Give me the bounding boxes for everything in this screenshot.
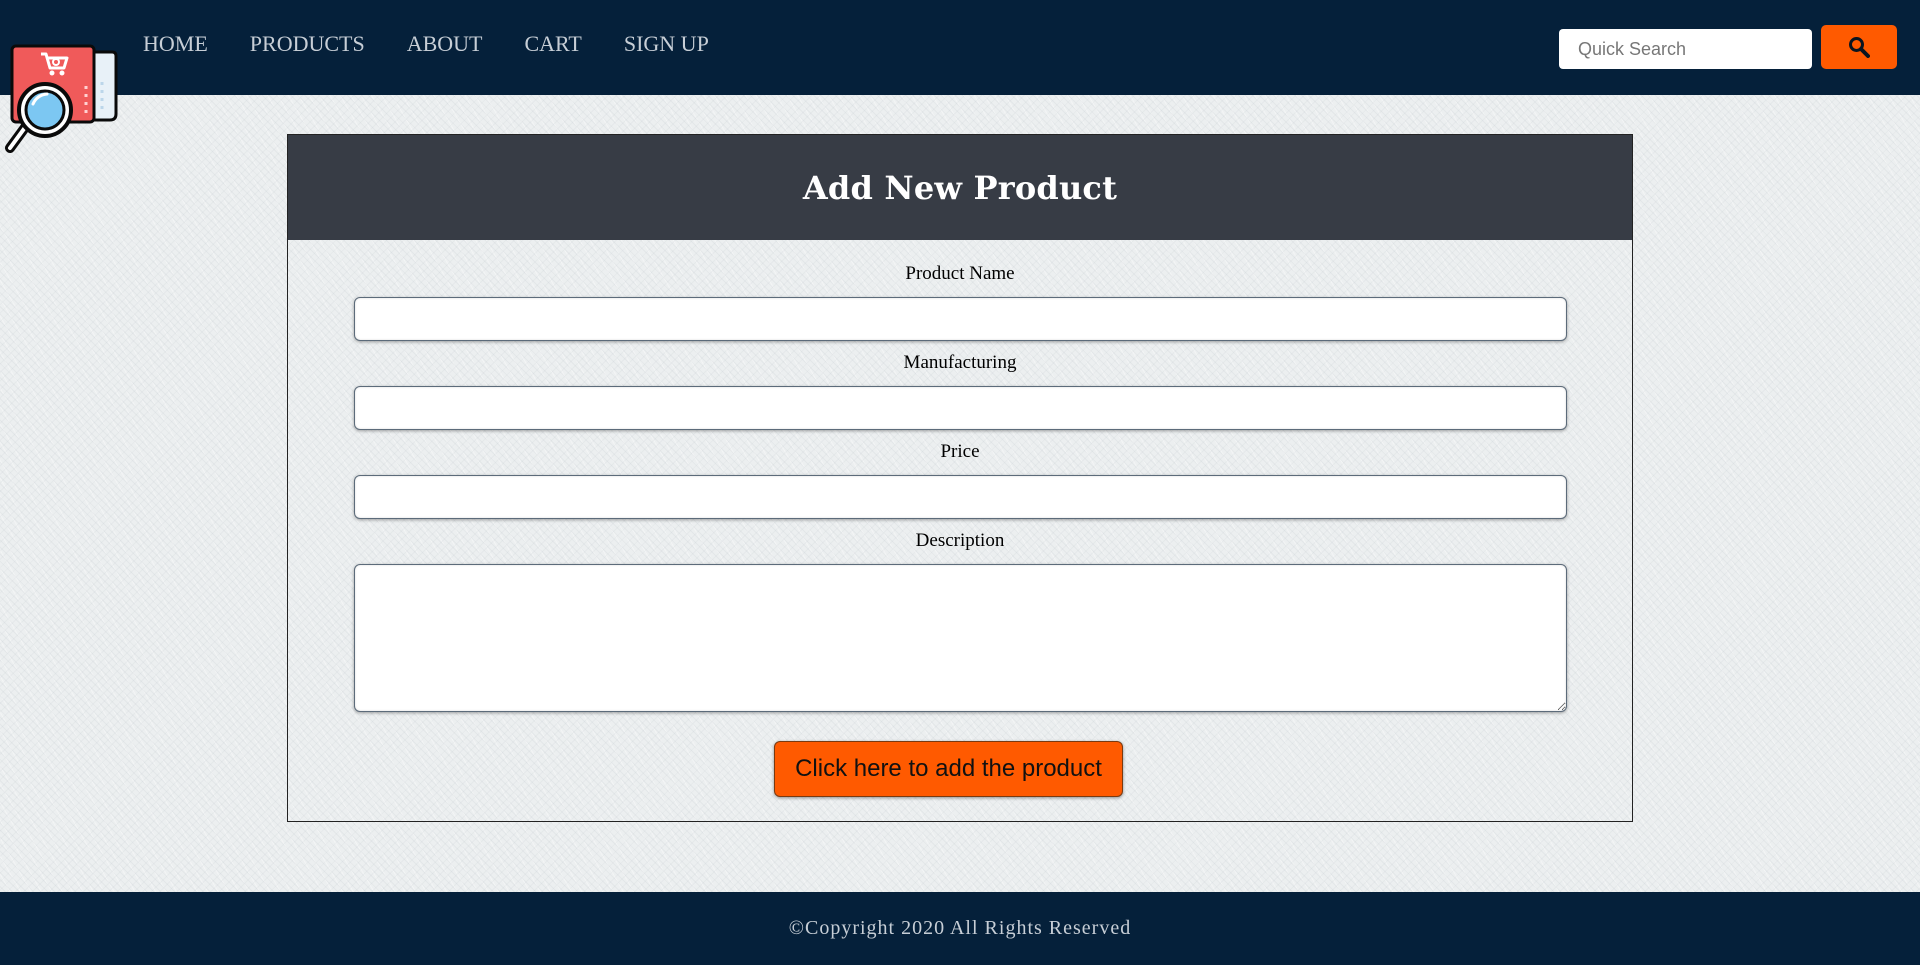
card-header: Add New Product (288, 135, 1632, 240)
quick-search-input[interactable] (1559, 29, 1812, 69)
description-label: Description (915, 530, 1005, 551)
product-name-label: Product Name (905, 263, 1015, 284)
manufacturing-input[interactable] (354, 386, 1567, 430)
search-button[interactable] (1821, 25, 1897, 69)
nav-cart[interactable]: CART (524, 30, 581, 58)
nav-sign-up[interactable]: SIGN UP (624, 30, 709, 58)
shop-search-logo-icon[interactable] (2, 42, 120, 158)
main-nav: HOME PRODUCTS ABOUT CART SIGN UP (143, 30, 751, 58)
search-icon (1849, 37, 1870, 58)
manufacturing-label: Manufacturing (903, 352, 1017, 373)
product-name-input[interactable] (354, 297, 1567, 341)
nav-products[interactable]: PRODUCTS (250, 30, 365, 58)
add-product-button[interactable]: Click here to add the product (774, 741, 1123, 797)
copyright-text: ©Copyright 2020 All Rights Reserved (788, 917, 1132, 939)
description-textarea[interactable] (354, 564, 1567, 712)
navbar: HOME PRODUCTS ABOUT CART SIGN UP (0, 0, 1920, 95)
price-label: Price (940, 441, 980, 462)
add-product-card: Add New Product Product Name Manufacturi… (287, 134, 1633, 822)
nav-about[interactable]: ABOUT (407, 30, 483, 58)
footer: ©Copyright 2020 All Rights Reserved (0, 892, 1920, 965)
nav-home[interactable]: HOME (143, 30, 208, 58)
price-input[interactable] (354, 475, 1567, 519)
page-title: Add New Product (802, 168, 1118, 207)
